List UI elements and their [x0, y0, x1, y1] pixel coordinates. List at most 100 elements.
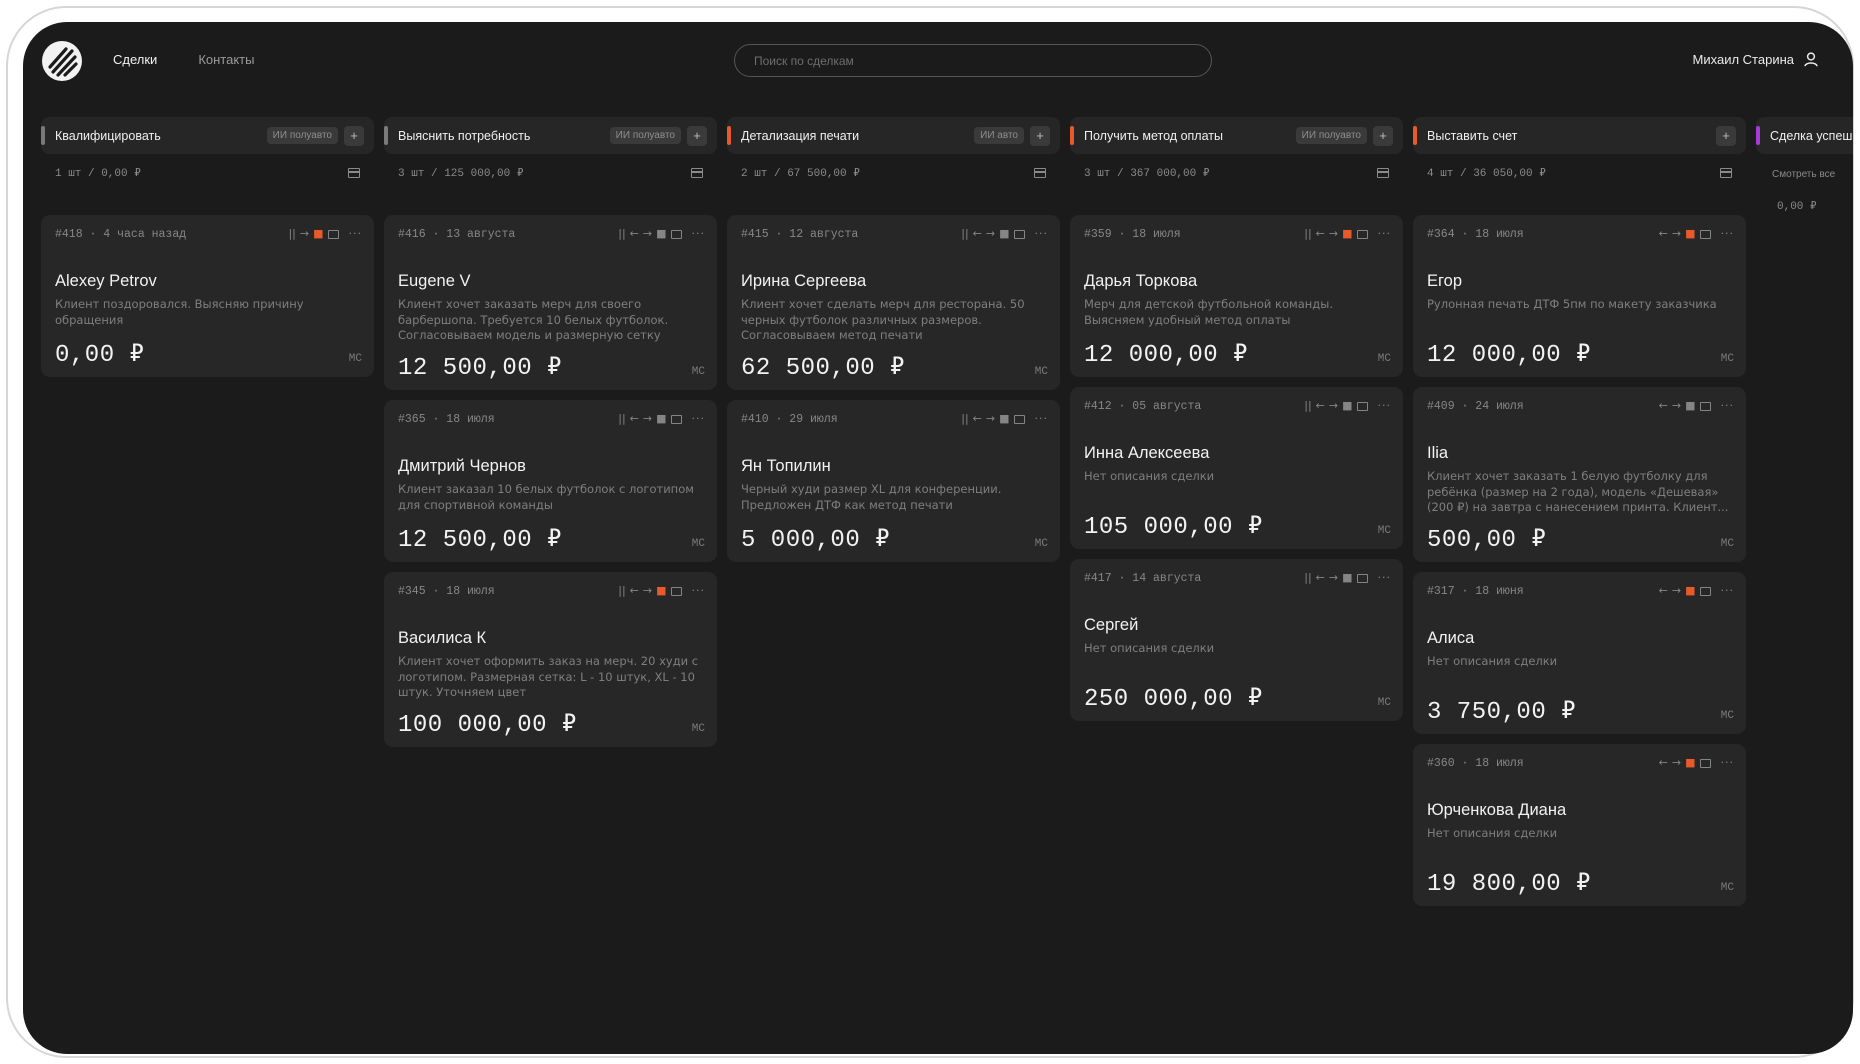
column-header[interactable]: Сделка успеш: [1756, 117, 1853, 154]
arrow-left-icon[interactable]: ←: [1316, 227, 1325, 240]
calendar-icon[interactable]: [670, 415, 682, 424]
add-deal-button[interactable]: +: [687, 125, 707, 146]
deal-card[interactable]: #415 · 12 августа || ← → ■ ··· Ирина Сергеев…: [727, 215, 1060, 390]
chat-icon[interactable]: ■: [656, 412, 666, 425]
arrow-left-icon[interactable]: ←: [630, 227, 639, 240]
deal-card[interactable]: #416 · 13 августа || ← → ■ ··· Eugene V Клие…: [384, 215, 717, 390]
add-deal-button[interactable]: +: [344, 125, 364, 146]
more-icon[interactable]: ···: [692, 227, 706, 240]
pause-icon[interactable]: ||: [618, 584, 625, 597]
arrow-left-icon[interactable]: ←: [973, 412, 982, 425]
arrow-right-icon[interactable]: →: [986, 227, 995, 240]
chat-icon[interactable]: ■: [1685, 756, 1695, 769]
see-all-link[interactable]: Смотреть все: [1772, 169, 1835, 180]
arrow-right-icon[interactable]: →: [643, 584, 652, 597]
arrow-left-icon[interactable]: ←: [630, 412, 639, 425]
arrow-right-icon[interactable]: →: [643, 227, 652, 240]
arrow-right-icon[interactable]: →: [1672, 756, 1681, 769]
arrow-right-icon[interactable]: →: [986, 412, 995, 425]
nav-deals[interactable]: Сделки: [113, 52, 157, 67]
more-icon[interactable]: ···: [692, 584, 706, 597]
chat-icon[interactable]: ■: [999, 227, 1009, 240]
deal-card[interactable]: #345 · 18 июля || ← → ■ ··· Василиса К Клиен…: [384, 572, 717, 747]
calendar-icon[interactable]: [1699, 587, 1711, 596]
chat-icon[interactable]: ■: [1685, 227, 1695, 240]
ai-mode-badge[interactable]: ИИ авто: [974, 127, 1024, 144]
pause-icon[interactable]: ||: [961, 227, 968, 240]
deal-card[interactable]: #417 · 14 августа || ← → ■ ··· Сергей Нет оп…: [1070, 559, 1403, 721]
deal-card[interactable]: #317 · 18 июня ← → ■ ··· Алиса Нет описания…: [1413, 572, 1746, 734]
nav-contacts[interactable]: Контакты: [198, 52, 254, 67]
arrow-right-icon[interactable]: →: [1329, 227, 1338, 240]
arrow-left-icon[interactable]: ←: [973, 227, 982, 240]
more-icon[interactable]: ···: [1721, 756, 1735, 769]
calendar-icon[interactable]: [1699, 230, 1711, 239]
pause-icon[interactable]: ||: [1304, 571, 1311, 584]
more-icon[interactable]: ···: [1721, 399, 1735, 412]
column-header[interactable]: Выставить счет +: [1413, 117, 1746, 154]
ai-mode-badge[interactable]: ИИ полуавто: [266, 127, 338, 144]
deal-card[interactable]: #360 · 18 июля ← → ■ ··· Юрченкова Диана Не…: [1413, 744, 1746, 906]
calendar-icon[interactable]: [1356, 574, 1368, 583]
calendar-icon[interactable]: [1034, 168, 1046, 178]
chat-icon[interactable]: ■: [656, 584, 666, 597]
more-icon[interactable]: ···: [692, 412, 706, 425]
arrow-left-icon[interactable]: ←: [1316, 399, 1325, 412]
calendar-icon[interactable]: [1356, 230, 1368, 239]
column-header[interactable]: Квалифицировать ИИ полуавто +: [41, 117, 374, 154]
calendar-icon[interactable]: [691, 168, 703, 178]
arrow-left-icon[interactable]: ←: [1659, 584, 1668, 597]
pause-icon[interactable]: ||: [961, 412, 968, 425]
calendar-icon[interactable]: [1699, 759, 1711, 768]
more-icon[interactable]: ···: [349, 227, 363, 240]
arrow-right-icon[interactable]: →: [1329, 571, 1338, 584]
calendar-icon[interactable]: [670, 587, 682, 596]
more-icon[interactable]: ···: [1035, 412, 1049, 425]
arrow-right-icon[interactable]: →: [1672, 584, 1681, 597]
calendar-icon[interactable]: [1699, 402, 1711, 411]
arrow-left-icon[interactable]: ←: [1316, 571, 1325, 584]
chat-icon[interactable]: ■: [1342, 227, 1352, 240]
pause-icon[interactable]: ||: [288, 227, 295, 240]
arrow-left-icon[interactable]: ←: [630, 584, 639, 597]
deal-card[interactable]: #418 · 4 часа назад || → ■ ··· Alexey Petro…: [41, 215, 374, 377]
more-icon[interactable]: ···: [1378, 399, 1392, 412]
logo-icon[interactable]: [41, 40, 83, 82]
deal-card[interactable]: #409 · 24 июля ← → ■ ··· Ilia Клиент хочет …: [1413, 387, 1746, 562]
chat-icon[interactable]: ■: [1342, 571, 1352, 584]
arrow-left-icon[interactable]: ←: [1659, 399, 1668, 412]
calendar-icon[interactable]: [348, 168, 360, 178]
more-icon[interactable]: ···: [1721, 584, 1735, 597]
deal-card[interactable]: #359 · 18 июля || ← → ■ ··· Дарья Торкова Ме…: [1070, 215, 1403, 377]
deal-card[interactable]: #365 · 18 июля || ← → ■ ··· Дмитрий Чернов К…: [384, 400, 717, 562]
chat-icon[interactable]: ■: [313, 227, 323, 240]
search-input[interactable]: [734, 44, 1212, 77]
calendar-icon[interactable]: [1013, 415, 1025, 424]
pause-icon[interactable]: ||: [618, 227, 625, 240]
add-deal-button[interactable]: +: [1030, 125, 1050, 146]
chat-icon[interactable]: ■: [1685, 399, 1695, 412]
arrow-right-icon[interactable]: →: [1329, 399, 1338, 412]
more-icon[interactable]: ···: [1035, 227, 1049, 240]
arrow-left-icon[interactable]: ←: [1659, 227, 1668, 240]
column-header[interactable]: Выяснить потребность ИИ полуавто +: [384, 117, 717, 154]
calendar-icon[interactable]: [327, 230, 339, 239]
column-header[interactable]: Получить метод оплаты ИИ полуавто +: [1070, 117, 1403, 154]
calendar-icon[interactable]: [1377, 168, 1389, 178]
calendar-icon[interactable]: [670, 230, 682, 239]
ai-mode-badge[interactable]: ИИ полуавто: [1295, 127, 1367, 144]
pause-icon[interactable]: ||: [1304, 227, 1311, 240]
chat-icon[interactable]: ■: [1342, 399, 1352, 412]
deal-card[interactable]: #412 · 05 августа || ← → ■ ··· Инна Алексеев…: [1070, 387, 1403, 549]
more-icon[interactable]: ···: [1721, 227, 1735, 240]
arrow-right-icon[interactable]: →: [1672, 227, 1681, 240]
arrow-right-icon[interactable]: →: [1672, 399, 1681, 412]
user-menu[interactable]: Михаил Старина: [1693, 52, 1818, 67]
chat-icon[interactable]: ■: [656, 227, 666, 240]
deal-card[interactable]: #364 · 18 июля ← → ■ ··· Егор Рулонная печа…: [1413, 215, 1746, 377]
ai-mode-badge[interactable]: ИИ полуавто: [609, 127, 681, 144]
calendar-icon[interactable]: [1013, 230, 1025, 239]
more-icon[interactable]: ···: [1378, 571, 1392, 584]
chat-icon[interactable]: ■: [1685, 584, 1695, 597]
pause-icon[interactable]: ||: [618, 412, 625, 425]
